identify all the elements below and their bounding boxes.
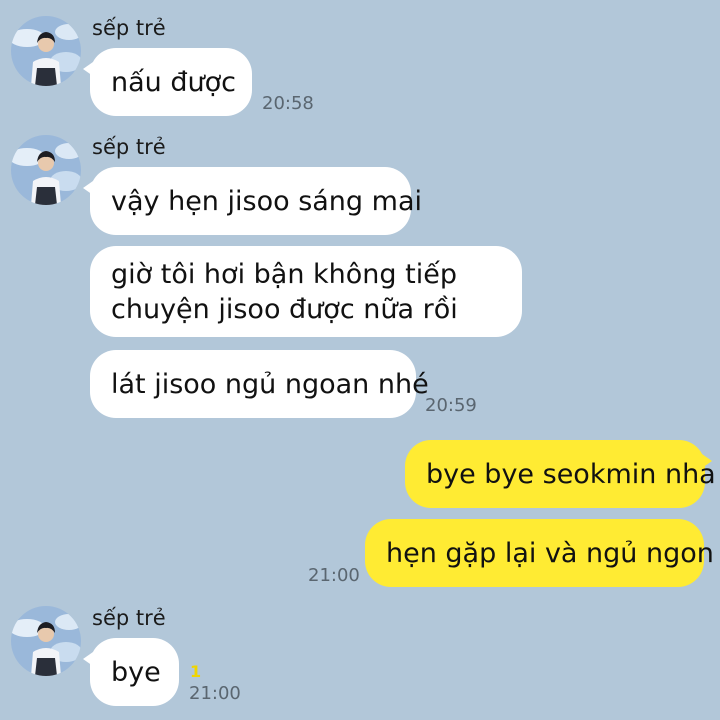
profile-photo-icon — [11, 16, 81, 86]
sender-name: sếp trẻ — [92, 606, 166, 630]
message-text: hẹn gặp lại và ngủ ngon — [386, 537, 714, 569]
sender-avatar[interactable] — [11, 606, 81, 676]
message-bubble[interactable]: nấu được — [83, 48, 252, 116]
message-bubble[interactable]: vậy hẹn jisoo sáng mai — [83, 167, 422, 235]
message-text: lát jisoo ngủ ngoan nhé — [111, 368, 429, 400]
message-text: vậy hẹn jisoo sáng mai — [111, 185, 422, 217]
sender-avatar[interactable] — [11, 135, 81, 205]
message-bubble[interactable]: bye — [83, 638, 179, 706]
message-timestamp: 21:00 — [308, 565, 360, 586]
message-bubble[interactable]: lát jisoo ngủ ngoan nhé — [90, 350, 429, 418]
message-timestamp: 21:00 — [189, 683, 241, 704]
message-text: nấu được — [111, 66, 236, 98]
message-text: bye bye seokmin nha — [426, 458, 716, 490]
sender-name: sếp trẻ — [92, 135, 166, 159]
message-timestamp: 20:58 — [262, 93, 314, 114]
message-bubble-outgoing[interactable]: bye bye seokmin nha — [405, 440, 716, 508]
profile-photo-icon — [11, 135, 81, 205]
message-text: bye — [111, 656, 161, 688]
message-bubble[interactable]: giờ tôi hơi bận không tiếp chuyện jisoo … — [90, 246, 522, 337]
profile-photo-icon — [11, 606, 81, 676]
message-line: chuyện jisoo được nữa rồi — [111, 293, 458, 325]
message-bubble-outgoing[interactable]: hẹn gặp lại và ngủ ngon — [365, 519, 714, 587]
sender-avatar[interactable] — [11, 16, 81, 86]
message-timestamp: 20:59 — [425, 395, 477, 416]
sender-name: sếp trẻ — [92, 16, 166, 40]
unread-count-badge: 1 — [190, 662, 202, 681]
message-line: giờ tôi hơi bận không tiếp — [111, 258, 457, 290]
